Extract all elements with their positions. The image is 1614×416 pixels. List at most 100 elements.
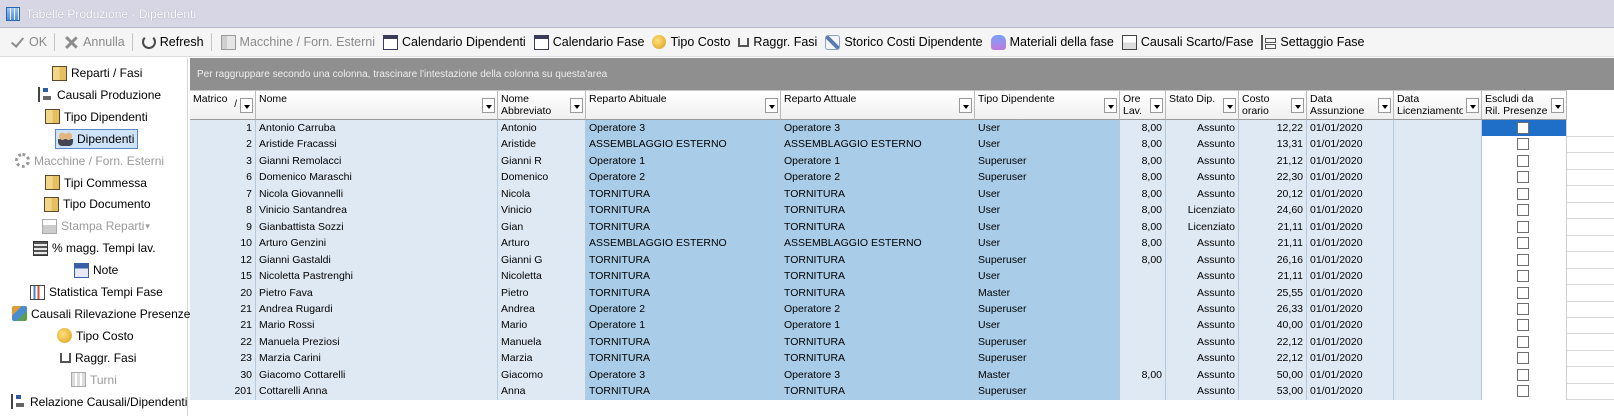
cell-nome[interactable]: Antonio Carruba — [256, 120, 498, 137]
cell-ore_lav[interactable]: 8,00 — [1120, 202, 1166, 220]
filter-dropdown-icon[interactable] — [1291, 98, 1304, 113]
column-header-matrico[interactable]: Matrico / — [190, 90, 256, 120]
cell-matricola[interactable]: 12 — [190, 251, 256, 269]
exclude-checkbox[interactable] — [1517, 286, 1529, 299]
cell-data_licenziamento[interactable] — [1394, 251, 1482, 269]
cell-escludi[interactable] — [1482, 218, 1567, 236]
table-row[interactable]: 9 Gianbattista Sozzi Gian TORNITURA TORNITUR… — [190, 218, 1614, 236]
cell-costo_orario[interactable]: 21,11 — [1239, 268, 1307, 286]
cell-data_assunzione[interactable]: 01/01/2020 — [1307, 120, 1394, 137]
filter-dropdown-icon[interactable] — [1378, 98, 1391, 113]
cell-rep_attuale[interactable]: TORNITURA — [781, 251, 975, 269]
cell-matricola[interactable]: 1 — [190, 120, 256, 137]
cell-rep_attuale[interactable]: TORNITURA — [781, 185, 975, 203]
refresh-button[interactable]: Refresh — [138, 31, 208, 53]
cell-nome_abbr[interactable]: Gianni G — [498, 251, 586, 269]
cell-data_assunzione[interactable]: 01/01/2020 — [1307, 333, 1394, 351]
cell-rep_abituale[interactable]: Operatore 2 — [586, 300, 781, 318]
cell-stato_dip[interactable]: Assunto — [1166, 120, 1239, 137]
cell-matricola[interactable]: 3 — [190, 152, 256, 170]
sidebar-item-tipo-dipendenti[interactable]: Tipo Dipendenti — [45, 107, 148, 127]
cell-rep_attuale[interactable]: TORNITURA — [781, 268, 975, 286]
cell-stato_dip[interactable]: Assunto — [1166, 235, 1239, 253]
cell-nome[interactable]: Manuela Preziosi — [256, 333, 498, 351]
cell-nome_abbr[interactable]: Arturo — [498, 235, 586, 253]
cell-tipo_dip[interactable]: User — [975, 268, 1120, 286]
cell-matricola[interactable]: 9 — [190, 218, 256, 236]
cell-ore_lav[interactable]: 8,00 — [1120, 136, 1166, 154]
calendario-dipendenti-button[interactable]: Calendario Dipendenti — [379, 31, 530, 53]
cell-data_licenziamento[interactable] — [1394, 218, 1482, 236]
cell-stato_dip[interactable]: Licenziato — [1166, 202, 1239, 220]
cell-data_licenziamento[interactable] — [1394, 152, 1482, 170]
cell-matricola[interactable]: 10 — [190, 235, 256, 253]
cell-costo_orario[interactable]: 26,16 — [1239, 251, 1307, 269]
cell-nome_abbr[interactable]: Nicola — [498, 185, 586, 203]
exclude-checkbox[interactable] — [1517, 319, 1529, 332]
cell-stato_dip[interactable]: Assunto — [1166, 366, 1239, 384]
cell-rep_abituale[interactable]: Operatore 2 — [586, 169, 781, 187]
filter-dropdown-icon[interactable] — [482, 98, 495, 113]
materiali-della-fase-button[interactable]: Materiali della fase — [987, 31, 1118, 53]
cell-tipo_dip[interactable]: Superuser — [975, 300, 1120, 318]
sidebar-item-relazione-causali-dipendenti[interactable]: Relazione Causali/Dipendenti — [11, 392, 187, 412]
column-header-stato-dip[interactable]: Stato Dip. — [1166, 90, 1239, 120]
table-row[interactable]: 201 Cottarelli Anna Anna TORNITURA TORNITURA… — [190, 383, 1614, 401]
cell-escludi[interactable] — [1482, 169, 1567, 187]
cell-escludi[interactable] — [1482, 152, 1567, 170]
cell-escludi[interactable] — [1482, 185, 1567, 203]
cell-data_licenziamento[interactable] — [1394, 235, 1482, 253]
cell-matricola[interactable]: 2 — [190, 136, 256, 154]
cell-ore_lav[interactable] — [1120, 350, 1166, 368]
cell-escludi[interactable] — [1482, 350, 1567, 368]
table-row[interactable]: 10 Arturo Genzini Arturo ASSEMBLAGGIO ESTER… — [190, 235, 1614, 253]
cell-ore_lav[interactable]: 8,00 — [1120, 251, 1166, 269]
cell-data_assunzione[interactable]: 01/01/2020 — [1307, 152, 1394, 170]
calendario-fase-button[interactable]: Calendario Fase — [530, 31, 649, 53]
cell-data_licenziamento[interactable] — [1394, 317, 1482, 335]
cell-nome[interactable]: Aristide Fracassi — [256, 136, 498, 154]
cell-nome_abbr[interactable]: Domenico — [498, 169, 586, 187]
cell-costo_orario[interactable]: 22,30 — [1239, 169, 1307, 187]
cell-tipo_dip[interactable]: Superuser — [975, 333, 1120, 351]
exclude-checkbox[interactable] — [1517, 302, 1529, 315]
cell-stato_dip[interactable]: Assunto — [1166, 152, 1239, 170]
cell-tipo_dip[interactable]: User — [975, 317, 1120, 335]
sidebar-item-turni[interactable]: Turni — [71, 370, 117, 390]
cell-ore_lav[interactable]: 8,00 — [1120, 366, 1166, 384]
cell-rep_attuale[interactable]: ASSEMBLAGGIO ESTERNO — [781, 235, 975, 253]
cell-escludi[interactable] — [1482, 251, 1567, 269]
cell-escludi[interactable] — [1482, 268, 1567, 286]
cell-matricola[interactable]: 21 — [190, 317, 256, 335]
cell-rep_abituale[interactable]: TORNITURA — [586, 333, 781, 351]
sidebar-item-tipi-commessa[interactable]: Tipi Commessa — [45, 173, 147, 193]
cell-data_licenziamento[interactable] — [1394, 185, 1482, 203]
column-header-nome-abbreviato[interactable]: Nome Abbreviato — [498, 90, 586, 120]
cell-rep_attuale[interactable]: Operatore 2 — [781, 300, 975, 318]
column-header-escludi-da-ril-presenze[interactable]: Escludi da Ril. Presenze — [1482, 90, 1567, 120]
cell-stato_dip[interactable]: Licenziato — [1166, 218, 1239, 236]
cell-stato_dip[interactable]: Assunto — [1166, 136, 1239, 154]
cell-rep_abituale[interactable]: Operatore 1 — [586, 317, 781, 335]
cell-rep_attuale[interactable]: Operatore 1 — [781, 152, 975, 170]
sidebar-item-reparti-fasi[interactable]: Reparti / Fasi — [52, 63, 142, 83]
column-header-reparto-attuale[interactable]: Reparto Attuale — [781, 90, 975, 120]
exclude-checkbox[interactable] — [1517, 368, 1529, 381]
cell-tipo_dip[interactable]: Superuser — [975, 169, 1120, 187]
cell-costo_orario[interactable]: 21,11 — [1239, 235, 1307, 253]
cell-data_licenziamento[interactable] — [1394, 169, 1482, 187]
cell-rep_attuale[interactable]: TORNITURA — [781, 202, 975, 220]
table-row[interactable]: 15 Nicoletta Pastrenghi Nicoletta TORNITURA… — [190, 268, 1614, 286]
cell-matricola[interactable]: 21 — [190, 300, 256, 318]
filter-dropdown-icon[interactable] — [1466, 98, 1479, 113]
cell-rep_attuale[interactable]: TORNITURA — [781, 333, 975, 351]
cell-rep_attuale[interactable]: TORNITURA — [781, 284, 975, 302]
cell-data_licenziamento[interactable] — [1394, 350, 1482, 368]
cell-nome_abbr[interactable]: Manuela — [498, 333, 586, 351]
cell-stato_dip[interactable]: Assunto — [1166, 350, 1239, 368]
filter-dropdown-icon[interactable] — [765, 98, 778, 113]
sidebar-item-dipendenti[interactable]: Dipendenti — [55, 128, 139, 149]
cell-nome_abbr[interactable]: Marzia — [498, 350, 586, 368]
tipo-costo-button[interactable]: Tipo Costo — [648, 31, 734, 53]
cell-costo_orario[interactable]: 50,00 — [1239, 366, 1307, 384]
